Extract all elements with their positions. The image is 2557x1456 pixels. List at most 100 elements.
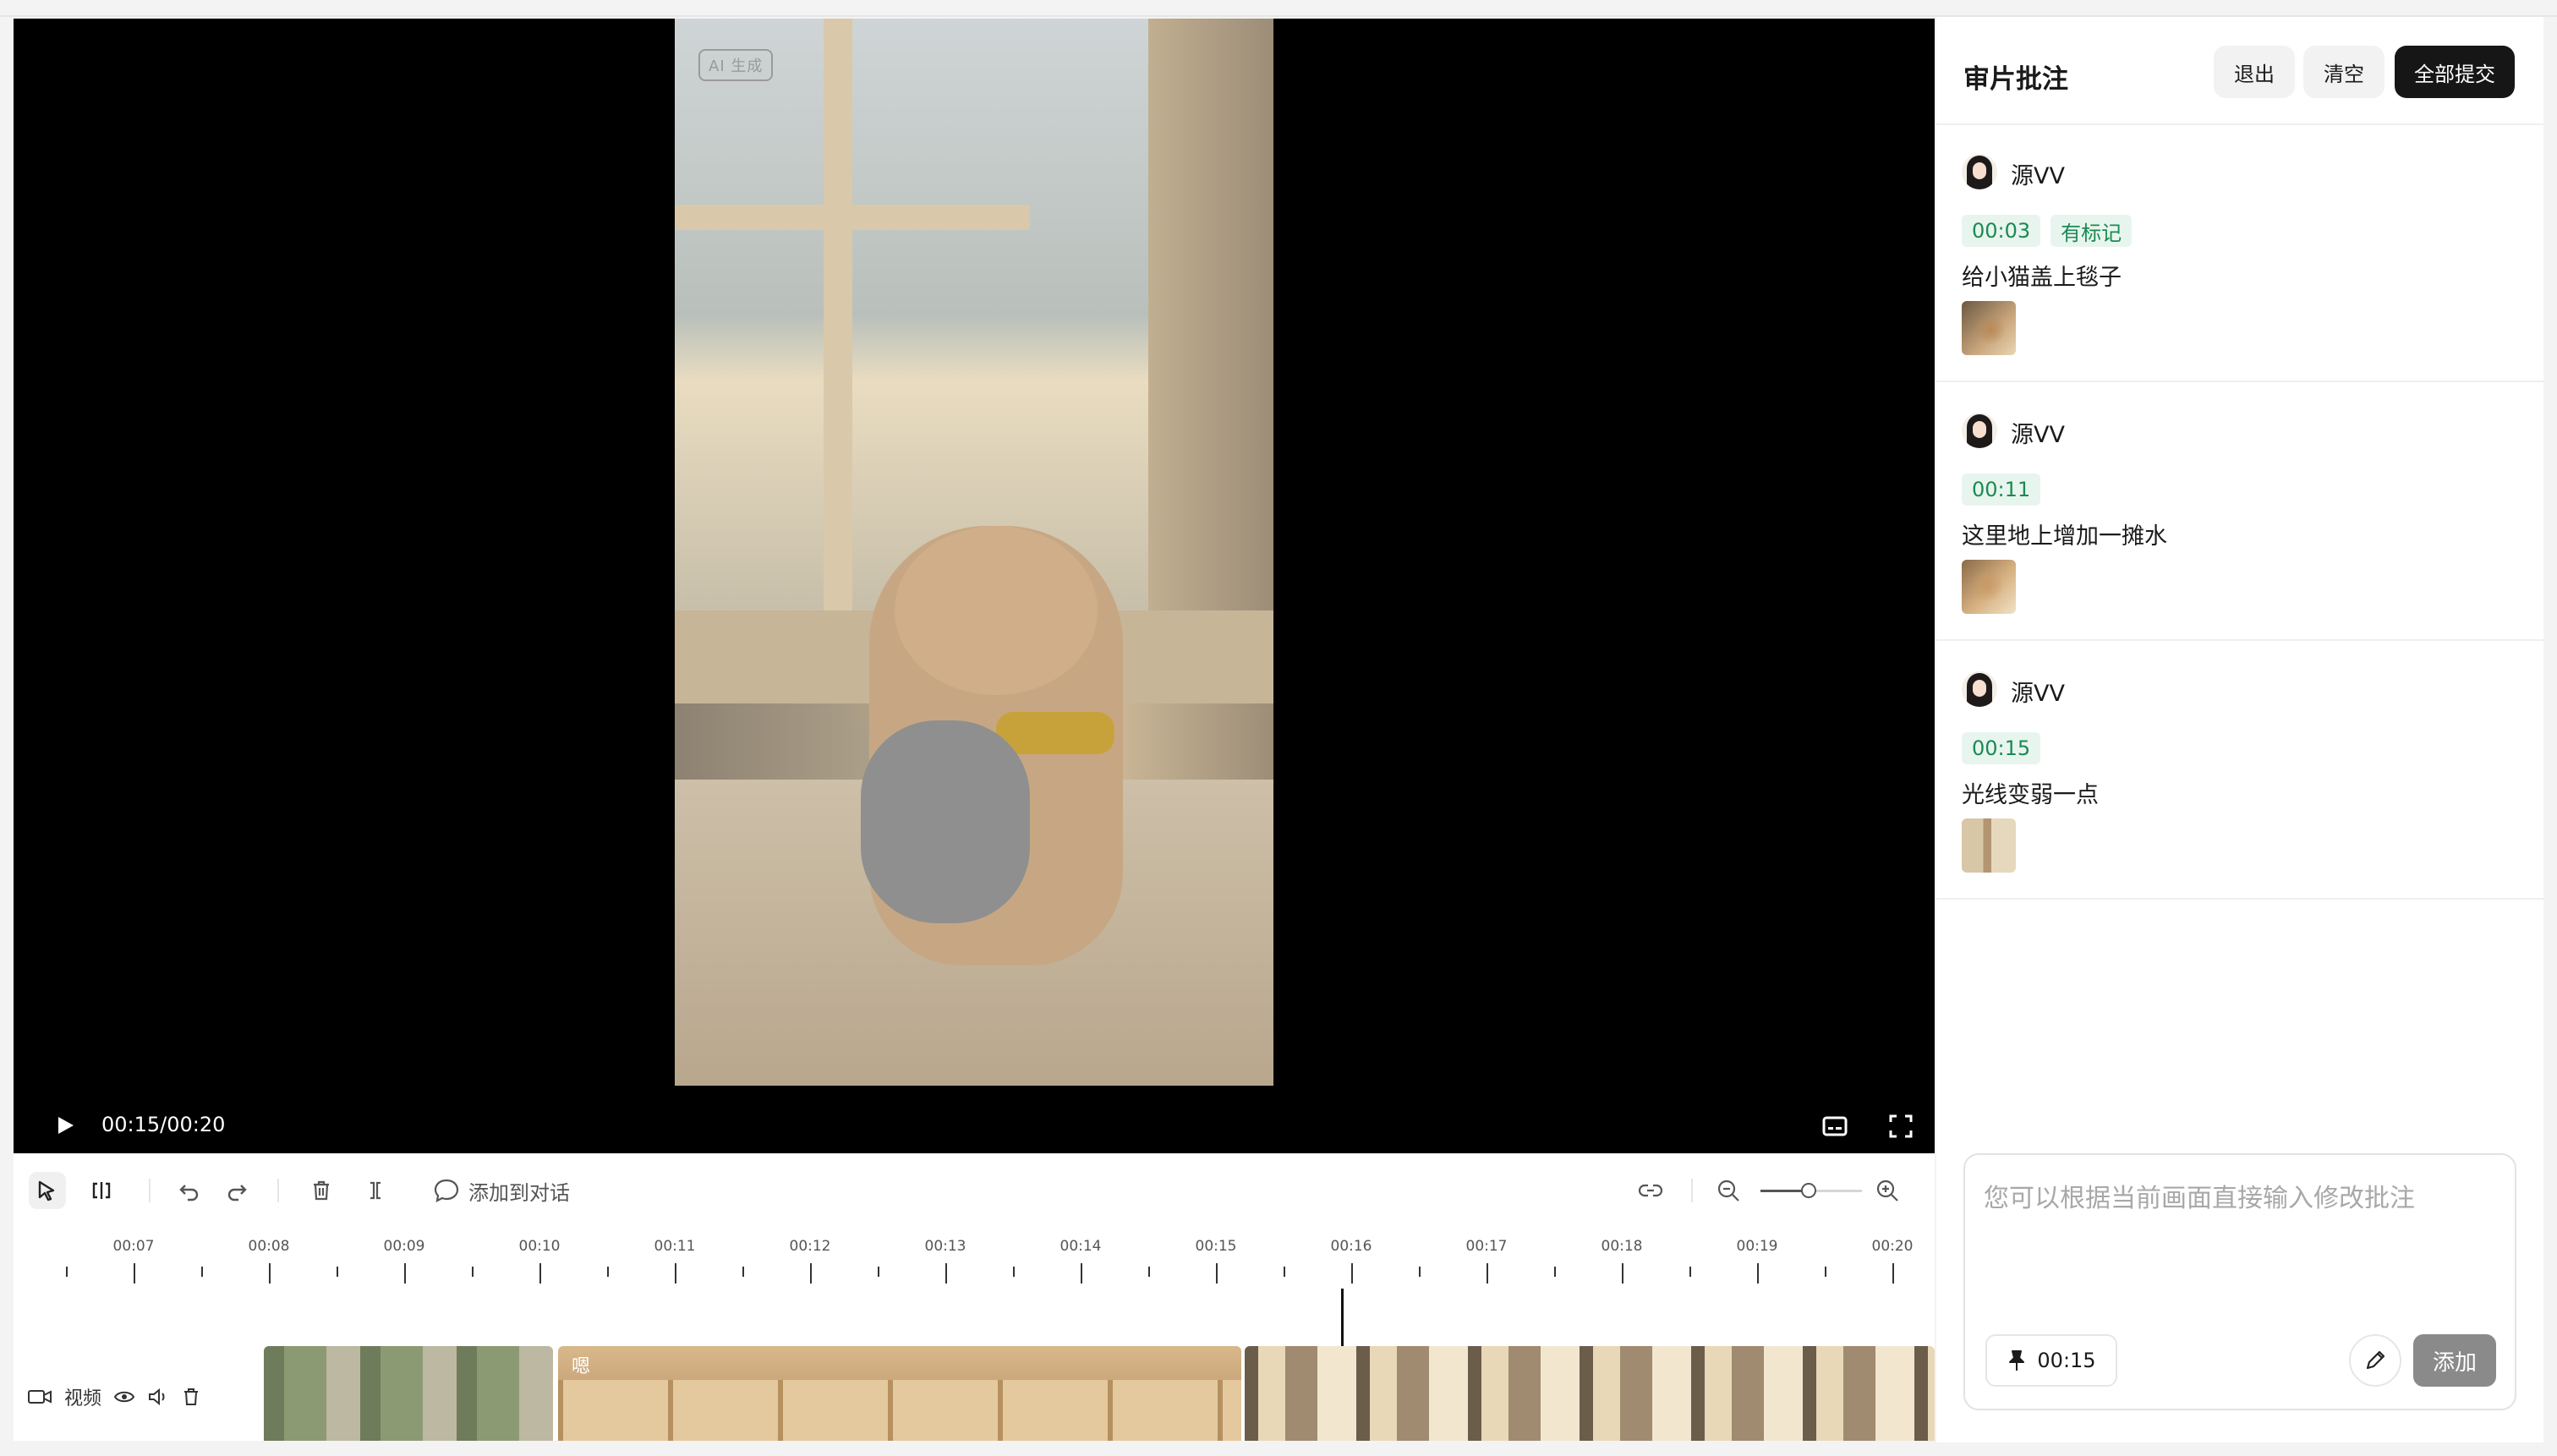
split-tool-button[interactable] (83, 1172, 120, 1209)
pin-icon (2009, 1350, 2025, 1371)
video-clip-2[interactable]: 嗯 (558, 1346, 1241, 1441)
ruler-tick-label: 00:16 (1330, 1238, 1372, 1255)
undo-icon (179, 1185, 199, 1201)
zoom-out-button[interactable] (1710, 1172, 1747, 1209)
ruler-tick-major (810, 1263, 812, 1284)
delete-button[interactable] (303, 1172, 340, 1209)
link-icon (1638, 1184, 1663, 1197)
zoom-out-icon (1717, 1180, 1739, 1201)
ruler-tick-label: 00:07 (112, 1238, 155, 1255)
comment-item[interactable]: 源VV 00:15 光线变弱一点 (1936, 643, 2543, 900)
add-button[interactable]: 添加 (2413, 1334, 2496, 1387)
ruler-tick-major (1892, 1263, 1894, 1284)
undo-button[interactable] (171, 1172, 208, 1209)
ruler-tick-label: 00:14 (1059, 1238, 1102, 1255)
ruler-tick-minor (1419, 1267, 1421, 1277)
comment-item[interactable]: 源VV 00:03 有标记 给小猫盖上毯子 (1936, 125, 2543, 382)
comment-time-tag[interactable]: 00:15 (1962, 732, 2041, 764)
zoom-in-button[interactable] (1869, 1172, 1906, 1209)
ruler-tick-label: 00:20 (1871, 1238, 1914, 1255)
trash-icon (314, 1180, 329, 1201)
pin-time-label: 00:15 (2037, 1349, 2096, 1372)
add-to-dialog-label: 添加到对话 (468, 1180, 570, 1205)
ruler-tick-minor (742, 1267, 744, 1277)
comment-item[interactable]: 源VV 00:11 这里地上增加一摊水 (1936, 384, 2543, 641)
ruler-tick-label: 00:15 (1195, 1238, 1237, 1255)
zoom-slider[interactable] (1760, 1183, 1862, 1198)
comment-thumbnail[interactable] (1962, 818, 2016, 873)
ruler-tick-label: 00:10 (518, 1238, 561, 1255)
clear-button[interactable]: 清空 (2303, 46, 2385, 98)
pin-time-button[interactable]: 00:15 (1985, 1334, 2117, 1387)
annotation-composer: 00:15 添加 (1963, 1153, 2516, 1410)
select-arrow-icon (38, 1180, 55, 1201)
ruler-tick-minor (1825, 1267, 1826, 1277)
trim-button[interactable] (357, 1172, 394, 1209)
comment-author: 源VV (2011, 422, 2065, 448)
ruler-tick-minor (337, 1267, 338, 1277)
ruler-tick-label: 00:11 (654, 1238, 696, 1255)
track-trash-icon[interactable] (181, 1387, 201, 1407)
redo-button[interactable] (218, 1172, 255, 1209)
clip-label: 嗯 (572, 1356, 591, 1377)
ruler-tick-minor (1013, 1267, 1015, 1277)
annotation-input[interactable] (1984, 1177, 2500, 1295)
exit-button[interactable]: 退出 (2214, 46, 2295, 98)
comment-text: 光线变弱一点 (1962, 782, 2099, 808)
comment-thumbnail[interactable] (1962, 560, 2016, 614)
comment-author: 源VV (2011, 163, 2065, 189)
play-button[interactable] (51, 1110, 81, 1141)
submit-all-button[interactable]: 全部提交 (2395, 46, 2515, 98)
ruler-tick-minor (1148, 1267, 1150, 1277)
ruler-tick-major (1216, 1263, 1218, 1284)
video-frame (675, 19, 1273, 1086)
ruler-tick-label: 00:13 (924, 1238, 966, 1255)
ruler-tick-label: 00:08 (248, 1238, 290, 1255)
ruler-tick-minor (878, 1267, 879, 1277)
video-clip-1[interactable] (264, 1346, 553, 1441)
video-player[interactable]: AI 生成 00:15/00:20 (14, 19, 1935, 1153)
draw-button[interactable] (2349, 1334, 2401, 1387)
ruler-tick-major (404, 1263, 406, 1284)
ruler-tick-minor (472, 1267, 474, 1277)
comment-time-tag[interactable]: 00:11 (1962, 473, 2041, 506)
play-icon (58, 1117, 74, 1134)
ruler-tick-major (269, 1263, 271, 1284)
pencil-icon (2366, 1350, 2385, 1370)
add-to-dialog-button[interactable]: 添加到对话 (433, 1175, 570, 1206)
ruler-tick-label: 00:09 (383, 1238, 425, 1255)
ruler-tick-minor (201, 1267, 203, 1277)
speaker-icon[interactable] (147, 1387, 169, 1407)
ruler-tick-major (1351, 1263, 1353, 1284)
ruler-tick-minor (1284, 1267, 1285, 1277)
avatar (1962, 413, 1997, 448)
ruler-tick-label: 00:12 (789, 1238, 831, 1255)
video-track-label: 视频 (64, 1388, 102, 1409)
trim-icon (370, 1181, 381, 1200)
comment-text: 这里地上增加一摊水 (1962, 523, 2167, 550)
avatar (1962, 671, 1997, 707)
ruler-tick-minor (607, 1267, 609, 1277)
subtitle-icon (1822, 1116, 1848, 1136)
comment-time-tag[interactable]: 00:03 (1962, 215, 2041, 247)
ruler-tick-minor (1554, 1267, 1556, 1277)
comment-bubble-icon (434, 1179, 459, 1202)
ruler-tick-label: 00:19 (1736, 1238, 1778, 1255)
fullscreen-button[interactable] (1886, 1111, 1916, 1141)
ruler-tick-label: 00:18 (1601, 1238, 1643, 1255)
eye-icon[interactable] (113, 1387, 135, 1407)
comment-author: 源VV (2011, 681, 2065, 707)
comment-text: 给小猫盖上毯子 (1962, 265, 2122, 291)
ruler-tick-minor (1689, 1267, 1691, 1277)
zoom-slider-knob[interactable] (1801, 1183, 1816, 1198)
panel-title: 审片批注 (1963, 64, 2068, 95)
ruler-tick-minor (66, 1267, 68, 1277)
subtitle-button[interactable] (1820, 1111, 1850, 1141)
zoom-in-icon (1876, 1180, 1898, 1201)
timeline-ruler[interactable]: 00:07 00:08 00:09 00:10 00:11 00:12 00:13 00:14… (14, 1229, 1935, 1297)
select-tool-button[interactable] (29, 1172, 66, 1209)
ai-generated-badge: AI 生成 (698, 49, 774, 81)
link-button[interactable] (1632, 1172, 1669, 1209)
comment-thumbnail[interactable] (1962, 301, 2016, 355)
video-clip-3[interactable] (1245, 1346, 1935, 1441)
